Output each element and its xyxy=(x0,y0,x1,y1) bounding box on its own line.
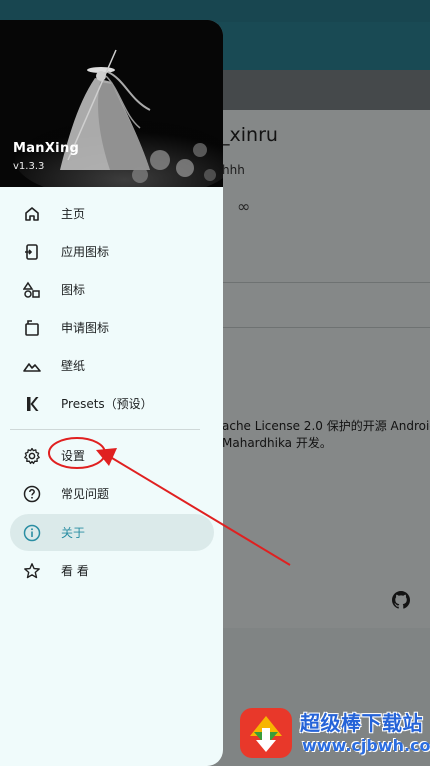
annotation-circle xyxy=(48,437,106,469)
annotation-overlay xyxy=(48,437,291,566)
site-watermark: 超级棒下载站 www.cjbwh.com xyxy=(238,704,430,762)
watermark-brand: 超级棒下载站 xyxy=(300,711,423,735)
watermark-url: www.cjbwh.com xyxy=(302,736,430,755)
annotation-arrow-line xyxy=(111,457,291,566)
watermark-logo xyxy=(240,708,292,758)
